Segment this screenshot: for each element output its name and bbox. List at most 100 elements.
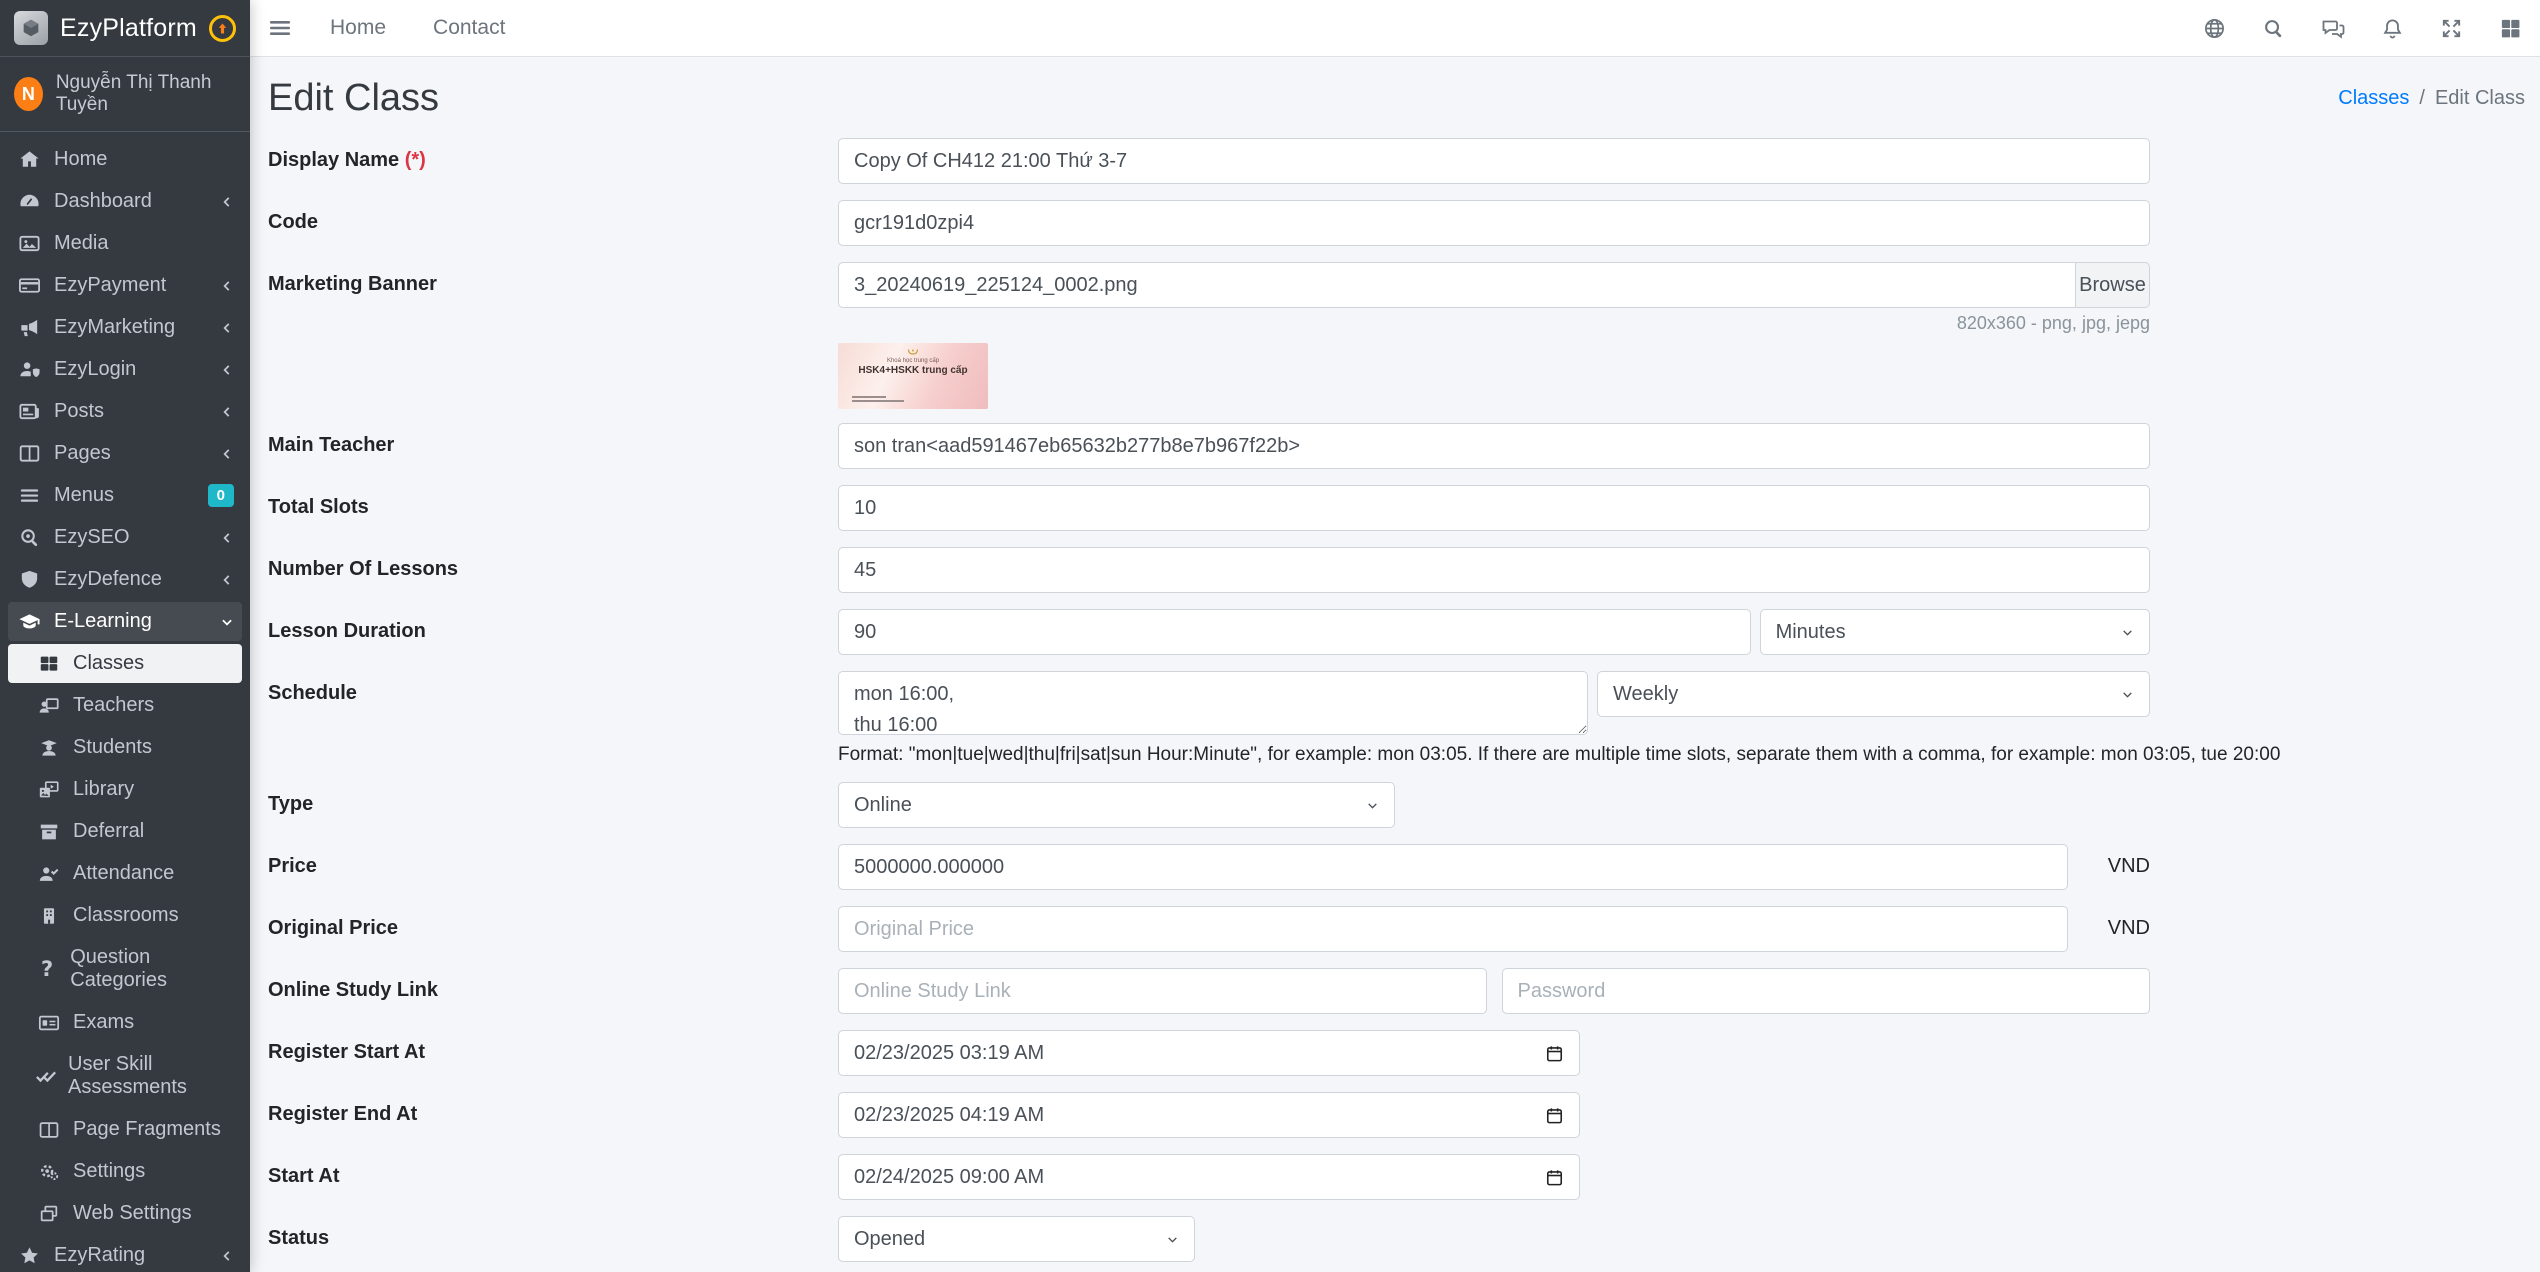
archive-box-icon bbox=[35, 821, 62, 843]
brand-name: EzyPlatform bbox=[60, 14, 197, 43]
columns-icon bbox=[16, 442, 43, 465]
breadcrumb-link-classes[interactable]: Classes bbox=[2338, 87, 2409, 110]
newspaper-icon bbox=[16, 400, 43, 423]
comments-icon[interactable] bbox=[2321, 16, 2345, 40]
hamburger-icon[interactable] bbox=[268, 16, 292, 40]
expand-arrows-icon[interactable] bbox=[2440, 17, 2463, 40]
online-study-password-input[interactable] bbox=[1502, 968, 2151, 1014]
type-select[interactable]: Online bbox=[838, 782, 1395, 828]
calendar-icon[interactable] bbox=[1545, 1106, 1564, 1125]
sidebar-item-classes[interactable]: Classes bbox=[8, 644, 242, 683]
lesson-duration-unit-select[interactable]: Minutes bbox=[1760, 609, 2150, 655]
type-label: Type bbox=[268, 782, 838, 816]
calendar-icon[interactable] bbox=[1545, 1168, 1564, 1187]
banner-size-hint: 820x360 - png, jpg, jepg bbox=[838, 313, 2150, 334]
display-name-label: Display Name (*) bbox=[268, 138, 838, 172]
sidebar-item-deferral[interactable]: Deferral bbox=[8, 812, 242, 851]
sidebar-item-students[interactable]: Students bbox=[8, 728, 242, 767]
browse-button[interactable]: Browse bbox=[2076, 262, 2150, 308]
user-panel[interactable]: N Nguyễn Thị Thanh Tuyền bbox=[0, 57, 250, 132]
search-location-icon bbox=[16, 526, 43, 549]
sidebar-item-pages[interactable]: Pages bbox=[8, 434, 242, 473]
sidebar-item-classrooms[interactable]: Classrooms bbox=[8, 896, 242, 935]
sidebar-item-ezypayment[interactable]: EzyPayment bbox=[8, 266, 242, 305]
number-of-lessons-label: Number Of Lessons bbox=[268, 547, 838, 581]
main-area: Home Contact Edit Class Classes / Edit C… bbox=[250, 0, 2540, 1272]
question-icon: ? bbox=[35, 959, 59, 980]
schedule-repeat-select[interactable]: Weekly bbox=[1597, 671, 2150, 717]
code-input[interactable] bbox=[838, 200, 2150, 246]
check-double-icon bbox=[35, 1065, 57, 1087]
number-of-lessons-input[interactable] bbox=[838, 547, 2150, 593]
th-large-icon[interactable] bbox=[2499, 17, 2522, 40]
user-name: Nguyễn Thị Thanh Tuyền bbox=[56, 72, 236, 116]
status-select[interactable]: Opened bbox=[838, 1216, 1195, 1262]
navbar-link-contact[interactable]: Contact bbox=[433, 16, 505, 40]
breadcrumb-current: Edit Class bbox=[2435, 87, 2525, 110]
status-label: Status bbox=[268, 1216, 838, 1250]
display-name-input[interactable] bbox=[838, 138, 2150, 184]
lesson-duration-label: Lesson Duration bbox=[268, 609, 838, 643]
schedule-label: Schedule bbox=[268, 671, 838, 705]
sidebar-item-web-settings[interactable]: Web Settings bbox=[8, 1194, 242, 1233]
register-end-at-input[interactable]: 02/23/2025 04:19 AM bbox=[838, 1092, 1580, 1138]
globe-icon[interactable] bbox=[2203, 17, 2226, 40]
sidebar-item-page-fragments[interactable]: Page Fragments bbox=[8, 1110, 242, 1149]
sidebar-item-attendance[interactable]: Attendance bbox=[8, 854, 242, 893]
sidebar-item-ezymarketing[interactable]: EzyMarketing bbox=[8, 308, 242, 347]
sidebar-item-menus[interactable]: Menus 0 bbox=[8, 476, 242, 515]
upgrade-arrow-icon[interactable] bbox=[209, 15, 236, 42]
edit-class-form: Display Name (*) Code Marketing Banner B… bbox=[250, 132, 2540, 1272]
navbar-link-home[interactable]: Home bbox=[330, 16, 386, 40]
sidebar-item-dashboard[interactable]: Dashboard bbox=[8, 182, 242, 221]
sidebar-item-settings[interactable]: Settings bbox=[8, 1152, 242, 1191]
cube-logo-icon bbox=[14, 11, 48, 45]
sidebar-item-elearning[interactable]: E-Learning bbox=[8, 602, 242, 641]
sidebar-item-media[interactable]: Media bbox=[8, 224, 242, 263]
sidebar-item-question-categories[interactable]: ? Question Categories bbox=[8, 938, 242, 1000]
sidebar-item-ezyseo[interactable]: EzySEO bbox=[8, 518, 242, 557]
chevron-left-icon bbox=[220, 447, 234, 461]
sidebar-item-ezydefence[interactable]: EzyDefence bbox=[8, 560, 242, 599]
main-teacher-input[interactable] bbox=[838, 423, 2150, 469]
original-price-currency-label: VND bbox=[2108, 906, 2150, 952]
chevron-down-icon bbox=[1166, 1233, 1179, 1246]
start-at-input[interactable]: 02/24/2025 09:00 AM bbox=[838, 1154, 1580, 1200]
calendar-icon[interactable] bbox=[1545, 1044, 1564, 1063]
bullhorn-icon bbox=[16, 316, 43, 339]
sidebar-item-user-skill-assessments[interactable]: User Skill Assessments bbox=[8, 1045, 242, 1107]
online-study-link-label: Online Study Link bbox=[268, 968, 838, 1002]
marketing-banner-input[interactable] bbox=[838, 262, 2076, 308]
total-slots-input[interactable] bbox=[838, 485, 2150, 531]
sidebar-item-home[interactable]: Home bbox=[8, 140, 242, 179]
schedule-textarea[interactable]: mon 16:00, thu 16:00 bbox=[838, 671, 1588, 735]
price-input[interactable] bbox=[838, 844, 2068, 890]
brand-bar[interactable]: EzyPlatform bbox=[0, 0, 250, 57]
th-large-icon bbox=[35, 653, 62, 675]
building-icon bbox=[35, 905, 62, 927]
sidebar-item-ezylogin[interactable]: EzyLogin bbox=[8, 350, 242, 389]
top-navbar: Home Contact bbox=[250, 0, 2540, 57]
banner-title: HSK4+HSKK trung cấp bbox=[838, 365, 988, 376]
chevron-left-icon bbox=[220, 573, 234, 587]
sidebar-item-library[interactable]: Library bbox=[8, 770, 242, 809]
banner-preview-image: Khoá học trung cấp HSK4+HSKK trung cấp bbox=[838, 343, 988, 409]
graduation-cap-icon bbox=[16, 610, 43, 633]
sidebar-item-teachers[interactable]: Teachers bbox=[8, 686, 242, 725]
search-icon[interactable] bbox=[2262, 17, 2285, 40]
chevron-left-icon bbox=[220, 363, 234, 377]
sidebar-item-exams[interactable]: Exams bbox=[8, 1003, 242, 1042]
banner-subtitle: Khoá học trung cấp bbox=[838, 358, 988, 364]
register-start-at-input[interactable]: 02/23/2025 03:19 AM bbox=[838, 1030, 1580, 1076]
total-slots-label: Total Slots bbox=[268, 485, 838, 519]
online-study-link-input[interactable] bbox=[838, 968, 1487, 1014]
shield-icon bbox=[16, 568, 43, 591]
user-graduate-icon bbox=[35, 737, 62, 759]
lesson-duration-input[interactable] bbox=[838, 609, 1751, 655]
price-currency-label: VND bbox=[2108, 844, 2150, 890]
original-price-input[interactable] bbox=[838, 906, 2068, 952]
bell-icon[interactable] bbox=[2381, 17, 2404, 40]
sidebar-item-posts[interactable]: Posts bbox=[8, 392, 242, 431]
sidebar-item-ezyrating[interactable]: EzyRating bbox=[8, 1236, 242, 1272]
avatar: N bbox=[14, 77, 43, 111]
